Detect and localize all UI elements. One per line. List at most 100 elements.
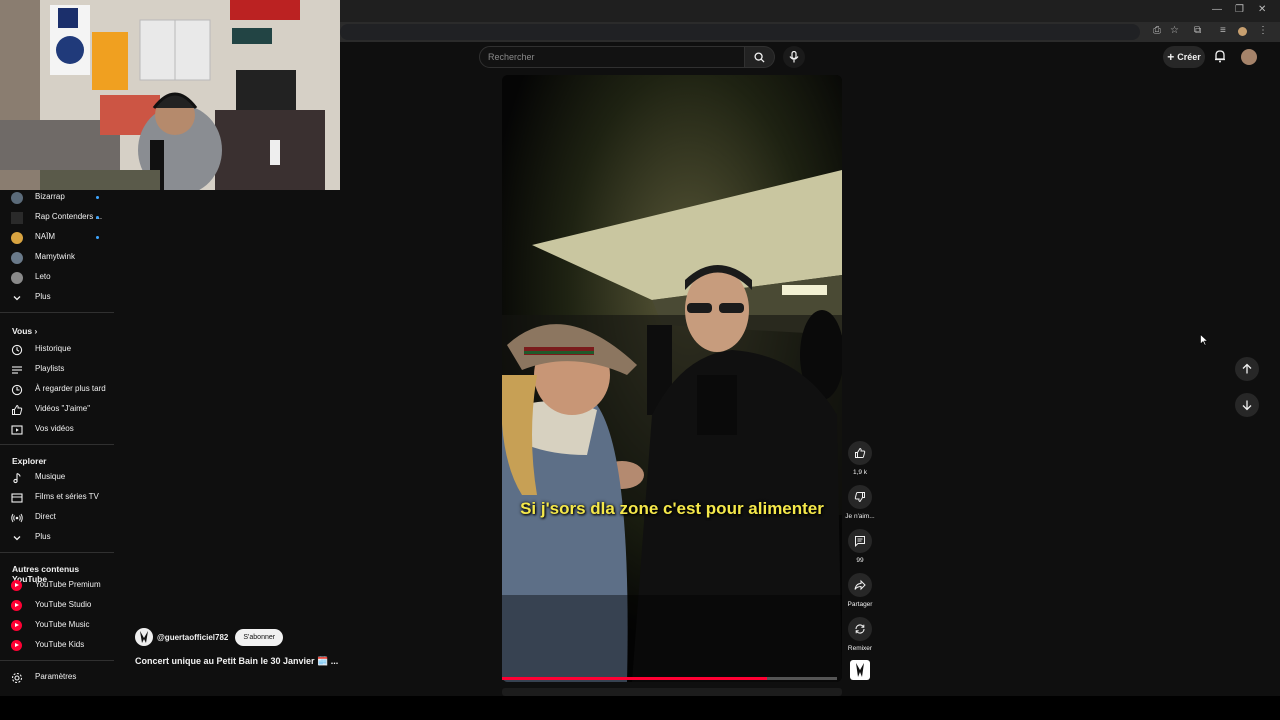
dislike-label: Je n'aim... [845,513,875,520]
music-icon [13,472,21,484]
install-icon[interactable]: ⎙ [1153,25,1161,36]
watch-later-icon [11,384,23,396]
like-button[interactable]: 1,9 k [848,441,872,476]
new-content-dot [96,236,99,239]
taskbar-strip [0,696,1280,720]
films-icon [11,493,23,503]
address-field[interactable] [340,24,1140,40]
sidebar-item-label: Plus [35,532,51,541]
voice-search-button[interactable] [783,46,805,68]
account-avatar[interactable] [1241,49,1257,65]
sidebar-divider [0,660,114,661]
bell-icon[interactable] [1213,49,1227,63]
sidebar-item-naim[interactable]: NAÏM [0,228,116,248]
comment-count: 99 [856,557,864,564]
chevron-right-icon: › [34,326,38,336]
channel-avatar [11,212,23,224]
channel-avatar [11,272,23,284]
close-icon[interactable]: ✕ [1258,4,1266,15]
next-short-preview [502,688,842,696]
profile-icon[interactable] [1238,27,1247,36]
sidebar-item-rap-contenders[interactable]: Rap Contenders ... [0,208,116,228]
sidebar-item-films[interactable]: Films et séries TV [0,488,116,508]
sidebar-item-history[interactable]: Historique [0,340,116,360]
sidebar-item-playlists[interactable]: Playlists [0,360,116,380]
sidebar-item-label: Films et séries TV [35,492,99,501]
share-icon [854,579,866,591]
sidebar-item-mamytwink[interactable]: Mamytwink [0,248,116,268]
create-label: Créer [1177,52,1201,62]
channel-name[interactable]: @guertaofficiel782 [157,633,228,642]
thumbs-up-icon [855,447,866,458]
video-frame [502,75,842,682]
sidebar-item-bizarrap[interactable]: Bizarrap [0,190,116,208]
progress-fill [502,677,767,680]
next-short-button[interactable] [1235,393,1259,417]
channel-avatar[interactable] [135,628,153,646]
sidebar-item-music[interactable]: Musique [0,468,116,488]
youtube-music-icon [11,620,22,631]
search-button[interactable] [745,46,775,68]
minimize-icon[interactable]: — [1212,4,1222,15]
sidebar-item-youtube-music[interactable]: YouTube Music [0,616,116,636]
sidebar-item-label: Vos vidéos [35,424,74,433]
search-input[interactable]: Rechercher [479,46,745,68]
comments-button[interactable]: 99 [848,529,872,564]
sidebar-item-more-explore[interactable]: Plus [0,528,116,548]
sidebar-item-label: Rap Contenders ... [35,212,103,221]
channel-avatar [11,232,23,244]
create-button[interactable]: + Créer [1163,46,1205,68]
section-heading-label: Vous [12,326,33,336]
mouse-cursor-icon [1200,334,1208,346]
liked-videos-icon [12,404,23,415]
sidebar-item-label: À regarder plus tard [35,384,106,393]
sidebar-item-live[interactable]: Direct [0,508,116,528]
sidebar-item-more-subscriptions[interactable]: Plus [0,288,116,308]
section-heading-you[interactable]: Vous › [12,326,37,336]
sidebar-item-label: Bizarrap [35,192,65,201]
sidebar-item-label: YouTube Music [35,620,90,629]
sidebar-item-youtube-kids[interactable]: YouTube Kids [0,636,116,656]
gear-icon [11,672,23,684]
sidebar-item-youtube-studio[interactable]: YouTube Studio [0,596,116,616]
mic-icon [789,51,799,63]
like-count: 1,9 k [852,469,868,476]
webcam-overlay [0,0,340,190]
channel-avatar [11,192,23,204]
menu-icon[interactable]: ⋮ [1258,25,1268,36]
subscribe-button[interactable]: S'abonner [235,628,284,646]
dislike-button[interactable]: Je n'aim... [845,485,875,520]
share-button[interactable]: Partager [848,573,872,608]
sound-thumbnail[interactable] [850,660,870,680]
sidebar-item-watch-later[interactable]: À regarder plus tard [0,380,116,400]
bookmark-star-icon[interactable]: ☆ [1170,25,1179,36]
video-title[interactable]: Concert unique au Petit Bain le 30 Janvi… [135,656,338,667]
chevron-down-icon [13,536,21,541]
remix-label: Remixer [847,645,873,652]
sidebar-item-label: YouTube Studio [35,600,92,609]
sidebar-item-liked-videos[interactable]: Vidéos "J'aime" [0,400,116,420]
sidebar-item-label: Vidéos "J'aime" [35,404,91,413]
sound-icon [856,663,864,677]
short-video-player[interactable]: Si j'sors dla zone c'est pour alimenter [502,75,842,682]
remix-icon [855,624,865,634]
restore-icon[interactable]: ❐ [1235,4,1244,15]
arrow-down-icon [1242,400,1252,411]
youtube-premium-icon [11,580,22,591]
sidebar-item-label: Mamytwink [35,252,76,261]
sidebar-item-your-videos[interactable]: Vos vidéos [0,420,116,440]
sidebar-item-label: Plus [35,292,51,301]
remix-button[interactable]: Remixer [848,617,872,652]
sidebar-item-label: Historique [35,344,72,353]
sidebar-item-settings[interactable]: Paramètres [0,668,116,688]
youtube-studio-icon [11,600,22,611]
extensions-icon[interactable]: ⧉ [1194,25,1201,36]
video-caption: Si j'sors dla zone c'est pour alimenter [520,499,824,518]
sidebar-item-label: Paramètres [35,672,77,681]
sidebar-item-label: Playlists [35,364,65,373]
search-icon [754,52,765,63]
previous-short-button[interactable] [1235,357,1259,381]
media-icon[interactable]: ≡ [1220,25,1226,36]
sidebar-item-youtube-premium[interactable]: YouTube Premium [0,576,116,596]
sidebar-item-leto[interactable]: Leto [0,268,116,288]
